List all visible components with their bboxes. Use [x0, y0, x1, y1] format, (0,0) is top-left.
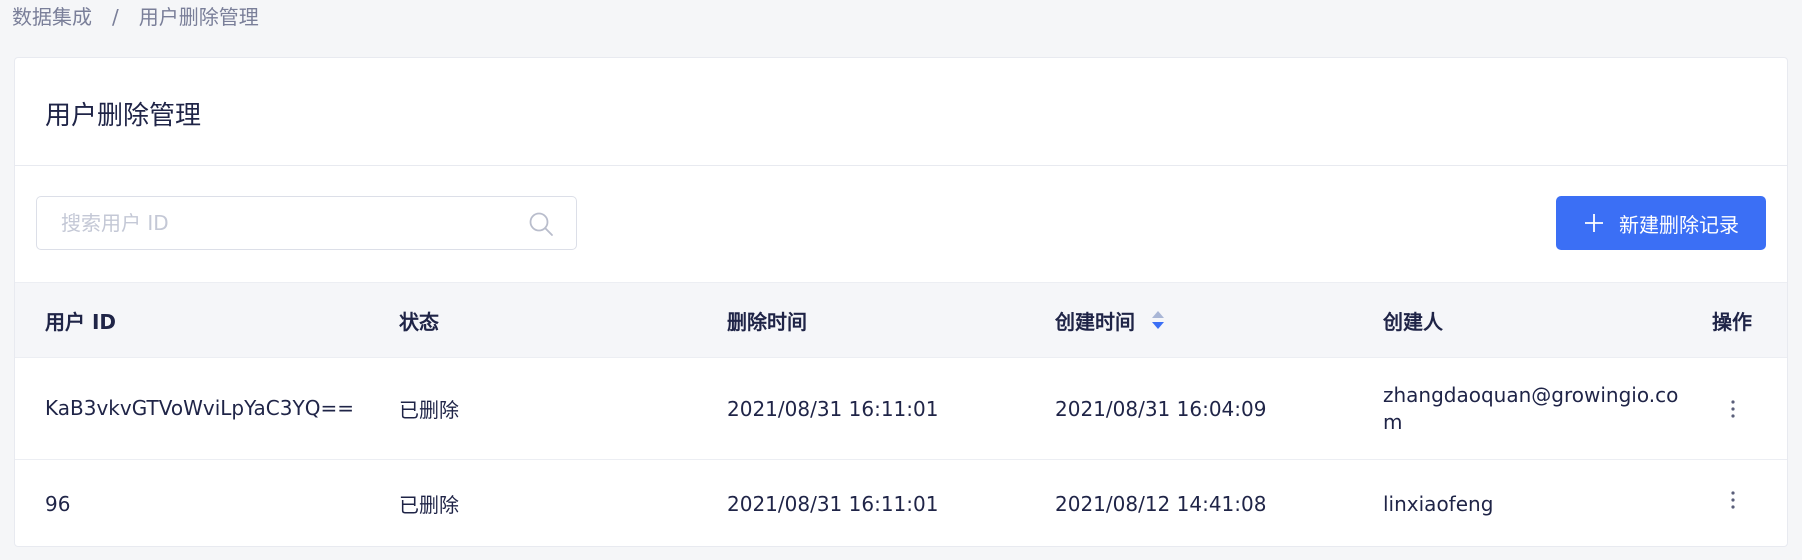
search-input[interactable] — [37, 196, 533, 250]
more-vertical-icon[interactable] — [1721, 397, 1745, 421]
cell-created-at: 2021/08/31 16:04:09 — [1055, 396, 1267, 421]
cell-user-id: 96 — [45, 491, 71, 516]
column-header-actions: 操作 — [1712, 309, 1752, 334]
column-header-created-at[interactable]: 创建时间 — [1055, 283, 1165, 357]
column-header-status: 状态 — [399, 309, 439, 334]
page-title: 用户删除管理 — [45, 101, 202, 131]
card-header: 用户删除管理 — [15, 58, 1787, 166]
cell-creator: linxiaofeng — [1383, 491, 1494, 516]
table-row: 96 已删除 2021/08/31 16:11:01 2021/08/12 14… — [15, 460, 1787, 546]
breadcrumb-separator: / — [112, 5, 119, 29]
breadcrumb: 数据集成 / 用户删除管理 — [12, 0, 259, 34]
cell-deleted-at: 2021/08/31 16:11:01 — [727, 396, 939, 421]
sort-icon[interactable] — [1151, 309, 1165, 331]
table-row: KaB3vkvGTVoWviLpYaC3YQ== 已删除 2021/08/31 … — [15, 358, 1787, 460]
search-box — [36, 196, 577, 250]
table-header: 用户 ID 状态 删除时间 创建时间 创建人 操作 — [15, 282, 1787, 358]
new-delete-record-button[interactable]: 新建删除记录 — [1556, 196, 1766, 250]
cell-deleted-at: 2021/08/31 16:11:01 — [727, 491, 939, 516]
creator-value: zhangdaoquan@growingio.com — [1383, 382, 1679, 434]
main-card: 用户删除管理 新建删除记录 用户 ID 状态 删除时间 创建时间 — [14, 57, 1788, 547]
cell-created-at: 2021/08/12 14:41:08 — [1055, 491, 1267, 516]
new-delete-record-label: 新建删除记录 — [1619, 212, 1739, 237]
cell-status: 已删除 — [399, 398, 459, 422]
breadcrumb-current: 用户删除管理 — [138, 5, 259, 29]
user-id-value: KaB3vkvGTVoWviLpYaC3YQ== — [45, 396, 354, 420]
search-icon[interactable] — [528, 211, 554, 237]
column-header-deleted-at: 删除时间 — [727, 309, 807, 334]
column-header-creator: 创建人 — [1383, 309, 1443, 334]
cell-status: 已删除 — [399, 493, 459, 517]
cell-user-id: KaB3vkvGTVoWviLpYaC3YQ== — [45, 358, 355, 459]
breadcrumb-parent-link[interactable]: 数据集成 — [12, 0, 92, 34]
more-vertical-icon[interactable] — [1721, 488, 1745, 512]
plus-icon — [1585, 214, 1603, 232]
column-header-user-id: 用户 ID — [45, 309, 117, 334]
toolbar: 新建删除记录 — [15, 166, 1787, 282]
cell-creator: zhangdaoquan@growingio.com — [1383, 358, 1683, 459]
column-header-created-at-label: 创建时间 — [1055, 309, 1135, 334]
user-deletion-table: 用户 ID 状态 删除时间 创建时间 创建人 操作 KaB3vkvGTVoWvi… — [15, 282, 1787, 546]
